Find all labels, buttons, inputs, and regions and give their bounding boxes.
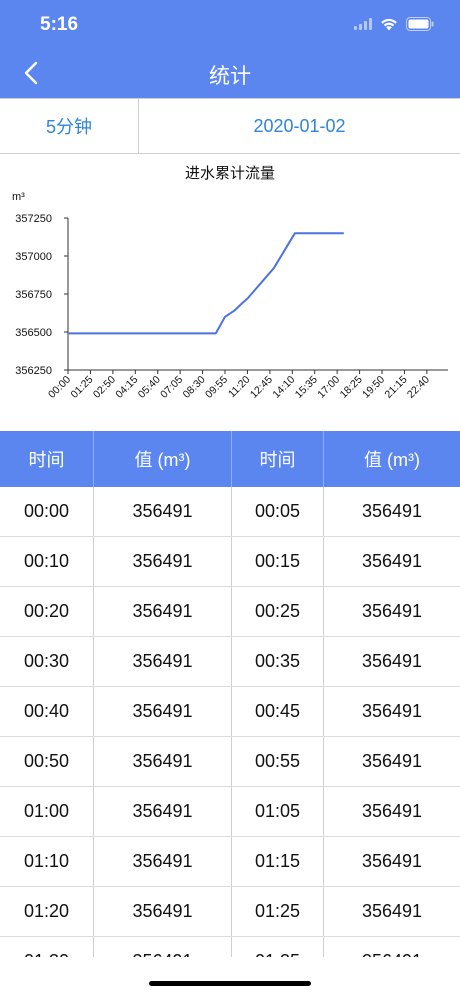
home-indicator — [149, 981, 311, 986]
y-tick-label: 357250 — [15, 213, 52, 225]
column-header-value: 值 (m³) — [93, 431, 231, 487]
filter-bar: 5分钟 2020-01-02 — [0, 98, 460, 154]
y-tick-label: 356750 — [15, 289, 52, 301]
table-row: 01:10 356491 01:15 356491 — [0, 837, 460, 887]
cell-value: 356491 — [323, 537, 460, 586]
x-tick-label: 08:30 — [181, 374, 208, 401]
x-tick-label: 12:45 — [248, 374, 275, 401]
column-header-time: 时间 — [231, 431, 323, 487]
status-time: 5:16 — [40, 14, 79, 35]
cell-value: 356491 — [93, 537, 231, 586]
x-tick-label: 01:25 — [68, 374, 95, 401]
y-tick-label: 357000 — [15, 251, 52, 263]
table-row: 01:3035649101:35356491 — [0, 937, 460, 957]
x-tick-label: 15:35 — [293, 374, 320, 401]
status-icons — [354, 14, 434, 34]
table-header: 时间 值 (m³) 时间 值 (m³) — [0, 431, 460, 487]
cell-value: 356491 — [323, 737, 460, 786]
cell-time: 01:30 — [0, 937, 93, 957]
x-tick-label: 19:50 — [360, 374, 387, 401]
cell-time: 00:40 — [23, 701, 70, 721]
y-tick-label: 356500 — [15, 327, 52, 339]
table-row: 00:00 356491 00:05 356491 — [0, 487, 460, 537]
series-line — [68, 232, 344, 335]
cell-value: 356491 — [93, 937, 231, 957]
cell-time: 00:45 — [231, 687, 323, 736]
cell-time: 00:50 — [23, 751, 70, 771]
cell-value: 356491 — [93, 587, 231, 636]
cell-time: 00:15 — [231, 537, 323, 586]
battery-icon — [406, 17, 434, 31]
cell-time: 00:00 — [23, 501, 70, 521]
cell-time: 01:00 — [23, 801, 70, 821]
y-tick-label: 356250 — [15, 365, 52, 377]
cell-value: 356491 — [323, 637, 460, 686]
x-tick-label: 09:55 — [203, 374, 230, 401]
cell-time: 01:05 — [231, 787, 323, 836]
cell-time: 00:35 — [231, 637, 323, 686]
flow-line-chart: m³ 357250 357000 356750 356500 35625000:0001:… — [12, 191, 448, 401]
data-table[interactable]: 00:00 356491 00:05 356491 00:10 356491 00:15 35… — [0, 487, 460, 957]
cell-value: 356491 — [323, 887, 460, 936]
cell-value: 356491 — [93, 837, 231, 886]
cell-value: 356491 — [93, 637, 231, 686]
x-tick-label: 05:40 — [136, 374, 163, 401]
x-tick-label: 02:50 — [91, 374, 118, 401]
x-tick-label: 18:25 — [338, 374, 365, 401]
cell-time: 00:10 — [23, 551, 70, 571]
cell-value: 356491 — [93, 487, 231, 536]
table-row: 00:30 356491 00:35 356491 — [0, 637, 460, 687]
cell-time: 01:35 — [231, 937, 323, 957]
cell-time: 00:25 — [231, 587, 323, 636]
x-tick-label: 04:15 — [113, 374, 140, 401]
cell-time: 00:55 — [231, 737, 323, 786]
x-tick-label: 17:00 — [315, 374, 342, 401]
x-tick-label: 21:15 — [383, 374, 410, 401]
cell-value: 356491 — [93, 787, 231, 836]
page-title: 统计 — [209, 65, 251, 88]
x-tick-label: 11:20 — [226, 374, 253, 401]
cell-value: 356491 — [323, 487, 460, 536]
cell-value: 356491 — [323, 787, 460, 836]
cell-time: 01:20 — [23, 901, 70, 921]
table-row: 00:40 356491 00:45 356491 — [0, 687, 460, 737]
cell-value: 356491 — [93, 887, 231, 936]
table-row: 00:20 356491 00:25 356491 — [0, 587, 460, 637]
nav-header: 5:16 统计 — [0, 0, 460, 98]
chart-title: 进水累计流量 — [184, 165, 275, 182]
cell-value: 356491 — [93, 687, 231, 736]
cell-value: 356491 — [323, 587, 460, 636]
x-tick-label: 00:00 — [46, 374, 73, 401]
wifi-icon — [380, 18, 398, 31]
cell-time: 00:30 — [23, 651, 70, 671]
date-selector[interactable]: 2020-01-02 — [139, 99, 460, 153]
cell-time: 00:05 — [231, 487, 323, 536]
cell-time: 01:25 — [231, 887, 323, 936]
x-tick-label: 22:40 — [405, 374, 432, 401]
cell-time: 01:15 — [231, 837, 323, 886]
table-row: 01:00 356491 01:05 356491 — [0, 787, 460, 837]
table-row: 01:20 356491 01:25 356491 — [0, 887, 460, 937]
table-row: 00:50 356491 00:55 356491 — [0, 737, 460, 787]
cellular-signal-icon — [354, 18, 372, 30]
cell-time: 01:10 — [23, 851, 70, 871]
y-axis-unit: m³ — [12, 191, 25, 203]
table-row: 00:10 356491 00:15 356491 — [0, 537, 460, 587]
x-tick-label: 07:05 — [158, 374, 185, 401]
x-tick-label: 14:10 — [270, 374, 297, 401]
interval-selector[interactable]: 5分钟 — [0, 99, 139, 153]
column-header-value: 值 (m³) — [323, 431, 460, 487]
cell-time: 00:20 — [23, 601, 70, 621]
cell-value: 356491 — [323, 837, 460, 886]
cell-value: 356491 — [323, 937, 460, 957]
cell-value: 356491 — [323, 687, 460, 736]
column-header-time: 时间 — [28, 450, 65, 470]
cell-value: 356491 — [93, 737, 231, 786]
